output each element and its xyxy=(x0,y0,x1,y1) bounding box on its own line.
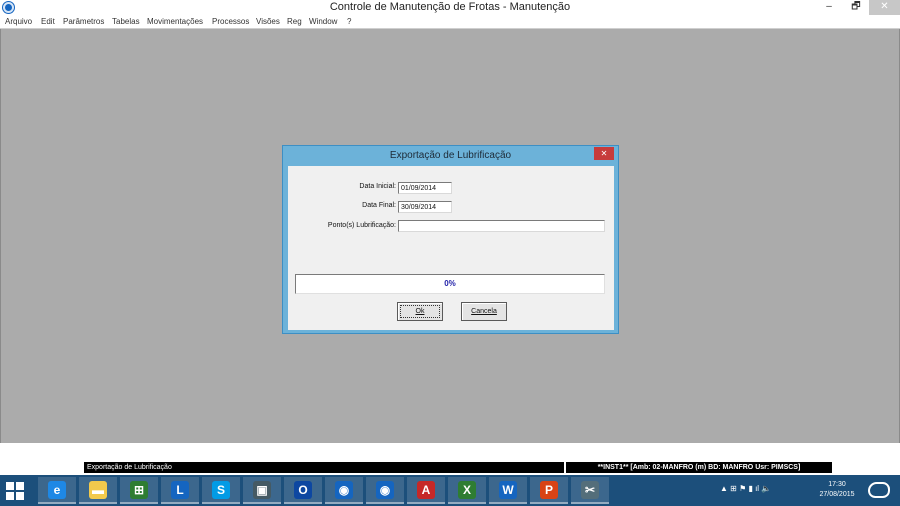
export-dialog: Exportação de Lubrificação ✕ Data Inicia… xyxy=(282,145,619,334)
taskbar-app-button[interactable]: ◉ xyxy=(366,477,404,504)
menu-visoes[interactable]: Visões xyxy=(256,17,280,26)
taskbar-app-button[interactable]: ✂ xyxy=(571,477,609,504)
clock[interactable]: 17:30 27/08/2015 xyxy=(814,480,860,500)
word-icon: W xyxy=(499,481,517,499)
taskbar: e ▬ ⊞ L S ▣ O ◉ ◉ A X W P ✂ ▲ ⊞ ⚑ ▮ ıl 🔈 17:30 27/08/… xyxy=(0,475,900,506)
taskbar-app-button[interactable]: ◉ xyxy=(325,477,363,504)
menu-reg[interactable]: Reg xyxy=(287,17,302,26)
clock-time: 17:30 xyxy=(828,481,846,488)
ponto-lubrificacao-field[interactable] xyxy=(398,220,605,232)
status-environment: **INST1** [Amb: 02-MANFRO (m) BD: MANFRO… xyxy=(566,462,832,473)
powerpoint-icon: P xyxy=(540,481,558,499)
remote-desktop-icon: ▣ xyxy=(253,481,271,499)
restore-button[interactable]: 🗗 xyxy=(845,0,867,15)
menu-tabelas[interactable]: Tabelas xyxy=(112,17,140,26)
title-bar: Controle de Manutenção de Frotas - Manut… xyxy=(0,0,900,16)
lync-icon: L xyxy=(171,481,189,499)
taskbar-app-button[interactable]: X xyxy=(448,477,486,504)
taskbar-app-button[interactable]: S xyxy=(202,477,240,504)
taskbar-app-button[interactable]: e xyxy=(38,477,76,504)
menu-window[interactable]: Window xyxy=(309,17,337,26)
menu-arquivo[interactable]: Arquivo xyxy=(5,17,32,26)
status-current-form: Exportação de Lubrificação xyxy=(84,462,564,473)
progress-bar: 0% xyxy=(295,274,605,294)
start-button[interactable] xyxy=(6,482,24,500)
status-bar: Exportação de Lubrificação **INST1** [Am… xyxy=(0,443,900,475)
menu-parametros[interactable]: Parâmetros xyxy=(63,17,104,26)
ponto-lubrificacao-label: Ponto(s) Lubrificação: xyxy=(327,222,396,229)
internet-explorer-icon: e xyxy=(48,481,66,499)
menu-help[interactable]: ? xyxy=(347,17,351,26)
close-button[interactable]: ✕ xyxy=(869,0,900,15)
progress-text: 0% xyxy=(444,279,456,288)
file-explorer-icon: ▬ xyxy=(89,481,107,499)
data-inicial-label: Data Inicial: xyxy=(359,183,396,190)
minimize-button[interactable]: – xyxy=(818,0,840,15)
skype-icon: S xyxy=(212,481,230,499)
system-tray-icons[interactable]: ▲ ⊞ ⚑ ▮ ıl 🔈 xyxy=(720,484,771,493)
taskbar-app-button[interactable]: ⊞ xyxy=(120,477,158,504)
data-final-label: Data Final: xyxy=(362,202,396,209)
app-circle-icon: ◉ xyxy=(335,481,353,499)
clock-date: 27/08/2015 xyxy=(819,491,855,498)
taskbar-app-button[interactable]: O xyxy=(284,477,322,504)
taskbar-app-button[interactable]: W xyxy=(489,477,527,504)
taskbar-app-button[interactable]: L xyxy=(161,477,199,504)
store-icon: ⊞ xyxy=(130,481,148,499)
weather-cloud-icon[interactable] xyxy=(868,482,890,498)
dialog-title: Exportação de Lubrificação xyxy=(389,150,512,161)
cancel-button[interactable]: Cancela xyxy=(461,302,507,321)
ok-button[interactable]: Ok xyxy=(397,302,443,321)
dialog-close-button[interactable]: ✕ xyxy=(594,147,614,160)
data-final-field[interactable]: 30/09/2014 xyxy=(398,201,452,213)
outlook-icon: O xyxy=(294,481,312,499)
excel-icon: X xyxy=(458,481,476,499)
windows-logo-icon xyxy=(6,482,14,490)
menu-processos[interactable]: Processos xyxy=(212,17,249,26)
dialog-body: Data Inicial: 01/09/2014 Data Final: 30/… xyxy=(288,166,614,330)
snipping-tool-icon: ✂ xyxy=(581,481,599,499)
data-inicial-field[interactable]: 01/09/2014 xyxy=(398,182,452,194)
menu-movimentacoes[interactable]: Movimentações xyxy=(147,17,203,26)
taskbar-app-button[interactable]: P xyxy=(530,477,568,504)
menu-bar: Arquivo Edit Parâmetros Tabelas Moviment… xyxy=(0,16,900,29)
taskbar-app-button[interactable]: ▣ xyxy=(243,477,281,504)
app-circle-active-icon: ◉ xyxy=(376,481,394,499)
window-title: Controle de Manutenção de Frotas - Manut… xyxy=(329,1,571,13)
taskbar-app-button[interactable]: A xyxy=(407,477,445,504)
menu-edit[interactable]: Edit xyxy=(41,17,55,26)
acrobat-icon: A xyxy=(417,481,435,499)
taskbar-app-button[interactable]: ▬ xyxy=(79,477,117,504)
screen: Controle de Manutenção de Frotas - Manut… xyxy=(0,0,900,506)
